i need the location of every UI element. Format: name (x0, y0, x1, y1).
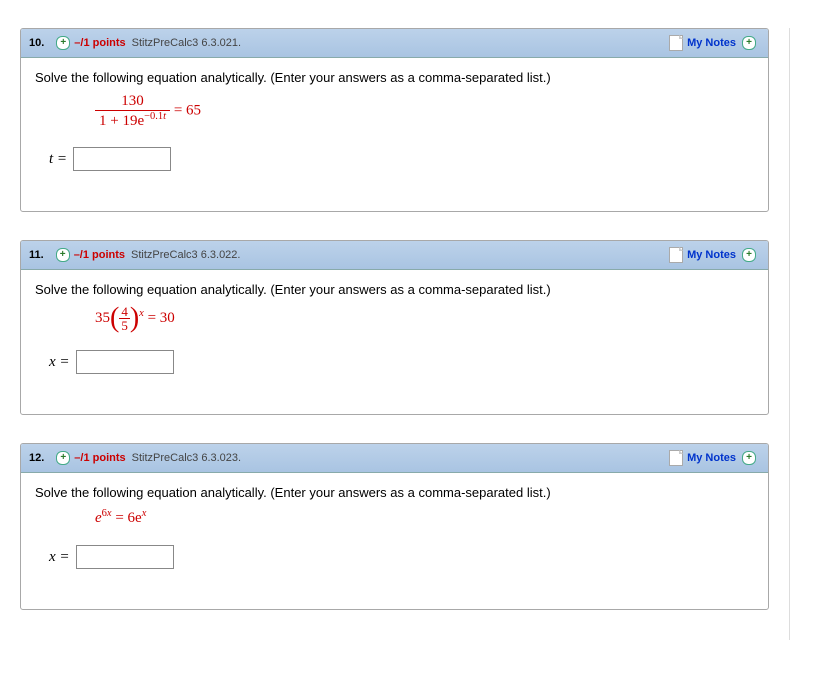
points-text: –/1 points (74, 249, 125, 261)
points-text: –/1 points (74, 452, 125, 464)
note-icon (669, 450, 683, 466)
add-note-icon[interactable]: + (742, 248, 756, 262)
instruction-text: Solve the following equation analyticall… (35, 70, 754, 85)
equals-rhs: = 65 (174, 102, 201, 118)
question-header: 12. + –/1 points StitzPreCalc3 6.3.023. … (21, 444, 768, 473)
answer-row: x = (49, 350, 754, 374)
expand-icon[interactable]: + (56, 248, 70, 262)
my-notes-link[interactable]: My Notes (687, 249, 736, 261)
numerator: 130 (95, 93, 170, 111)
source-text: StitzPreCalc3 6.3.023. (132, 452, 241, 464)
question-12: 12. + –/1 points StitzPreCalc3 6.3.023. … (20, 443, 769, 610)
expand-icon[interactable]: + (56, 36, 70, 50)
var-label: t = (49, 151, 67, 168)
question-header: 10. + –/1 points StitzPreCalc3 6.3.021. … (21, 29, 768, 58)
note-icon (669, 35, 683, 51)
question-number: 10. (29, 37, 44, 49)
equation: 35(45)x = 30 (95, 305, 754, 332)
add-note-icon[interactable]: + (742, 36, 756, 50)
question-number: 12. (29, 452, 44, 464)
my-notes-link[interactable]: My Notes (687, 452, 736, 464)
question-number: 11. (29, 249, 44, 261)
points-text: –/1 points (74, 37, 125, 49)
instruction-text: Solve the following equation analyticall… (35, 282, 754, 297)
coeff: 35 (95, 310, 110, 326)
answer-row: x = (49, 545, 754, 569)
question-header: 11. + –/1 points StitzPreCalc3 6.3.022. … (21, 241, 768, 270)
equation: e6x = 6ex (95, 508, 754, 527)
equation: 130 1 + 19e−0.1t = 65 (95, 93, 754, 129)
question-10: 10. + –/1 points StitzPreCalc3 6.3.021. … (20, 28, 769, 212)
question-body: Solve the following equation analyticall… (21, 270, 768, 414)
denominator: 1 + 19e−0.1t (95, 111, 170, 130)
answer-input[interactable] (76, 545, 174, 569)
expand-icon[interactable]: + (56, 451, 70, 465)
add-note-icon[interactable]: + (742, 451, 756, 465)
source-text: StitzPreCalc3 6.3.022. (131, 249, 240, 261)
var-label: x = (49, 549, 70, 566)
answer-input[interactable] (76, 350, 174, 374)
my-notes-link[interactable]: My Notes (687, 37, 736, 49)
question-body: Solve the following equation analyticall… (21, 58, 768, 211)
var-label: x = (49, 354, 70, 371)
note-icon (669, 247, 683, 263)
question-body: Solve the following equation analyticall… (21, 473, 768, 609)
answer-input[interactable] (73, 147, 171, 171)
source-text: StitzPreCalc3 6.3.021. (132, 37, 241, 49)
question-11: 11. + –/1 points StitzPreCalc3 6.3.022. … (20, 240, 769, 415)
equals-rhs: = 30 (144, 310, 175, 326)
instruction-text: Solve the following equation analyticall… (35, 485, 754, 500)
answer-row: t = (49, 147, 754, 171)
